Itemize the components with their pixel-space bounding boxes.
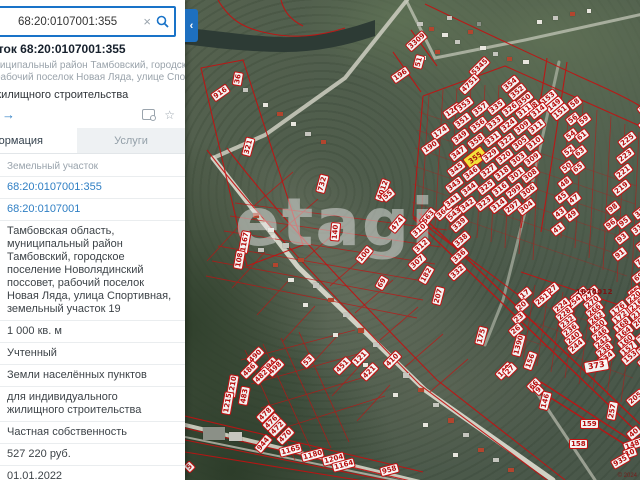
tab-services[interactable]: Услуги <box>77 128 185 153</box>
parcel-label[interactable]: 33 <box>631 204 640 222</box>
parcel-label[interactable]: 108 <box>232 249 246 271</box>
detail-row: Частная собственность <box>0 422 185 444</box>
parcel-label[interactable]: 51 <box>412 54 426 70</box>
action-icons: ☆ <box>142 109 175 121</box>
parcel-label[interactable]: 73 <box>634 236 640 254</box>
parcel-label[interactable]: 732 <box>315 173 330 195</box>
quarter-label: 1076012 <box>576 288 613 296</box>
parcel-label[interactable]: 916 <box>209 83 231 103</box>
parcel-label[interactable]: 207 <box>431 285 446 307</box>
parcel-label[interactable]: 958 <box>379 462 400 478</box>
parcel-label[interactable]: 36 <box>231 71 244 87</box>
cadastral-number-link[interactable]: 68:20:0107001 <box>0 199 185 221</box>
tab-information[interactable]: Информация <box>0 128 77 153</box>
parcel-label[interactable]: 474 <box>387 213 408 235</box>
parcel-label[interactable]: 175 <box>474 325 489 347</box>
parcel-label[interactable]: 98 <box>604 199 622 217</box>
app-window: etagi 9163632119633095153454751354352350… <box>0 0 640 480</box>
actions-row: → ☆ <box>0 101 185 125</box>
collapse-panel-button[interactable]: ‹ <box>185 9 198 42</box>
page-title: Земельный участок 68:20:0107001:355 <box>0 42 126 56</box>
parcel-label[interactable]: 156 <box>522 350 539 372</box>
parcel-labels-layer: 9163632119633095153454751354352350348153… <box>185 0 640 480</box>
search-input[interactable]: 68:20:0107001:355 <box>18 16 138 28</box>
parcel-label[interactable]: 935 <box>609 452 631 470</box>
details-list: Земельный участок 68:20:0107001:355 68:20:… <box>0 154 185 480</box>
parcel-label[interactable]: 190 <box>419 137 441 157</box>
parcel-label[interactable]: 219 <box>610 178 632 198</box>
parcel-label[interactable]: 53 <box>299 352 317 370</box>
section-label: Земельный участок <box>0 154 185 177</box>
parcel-label[interactable]: 182 <box>417 264 436 286</box>
parcel-label[interactable]: 483 <box>237 385 251 407</box>
parcel-label[interactable]: 31 <box>629 220 640 238</box>
detail-row: для индивидуального жилищного строительс… <box>0 387 185 422</box>
favorite-star-icon[interactable]: ☆ <box>164 109 175 121</box>
search-icon[interactable] <box>156 15 169 28</box>
parcel-label[interactable]: 69 <box>630 268 640 286</box>
parcel-label[interactable]: 3309 <box>404 29 429 53</box>
parcel-label[interactable]: 93 <box>613 229 631 247</box>
detail-row: Тамбовская область, муниципальный район … <box>0 221 185 321</box>
search-bar[interactable]: 68:20:0107001:355 × <box>0 6 176 37</box>
parcel-address-line: Тамбовская область, муниципальный район … <box>0 60 185 71</box>
detail-row: 1 000 кв. м <box>0 321 185 343</box>
map-attribution: © 2024 <box>617 473 637 479</box>
parcel-label[interactable]: 373 <box>583 357 610 375</box>
parcel-label[interactable]: 100 <box>354 244 375 266</box>
parcel-label[interactable]: 314 <box>635 97 640 117</box>
clear-search-icon[interactable]: × <box>138 14 156 29</box>
parcel-label[interactable]: 1215 <box>220 390 235 416</box>
parcel-label[interactable]: 421 <box>359 361 380 383</box>
parcel-label[interactable]: 158 <box>569 439 588 449</box>
parcel-label[interactable]: 451 <box>332 355 353 377</box>
detail-row: Земли населённых пунктов <box>0 365 185 387</box>
parcel-address-line: Новолядинский поссовет, рабочий поселок … <box>0 72 185 83</box>
parcel-label[interactable]: 321 <box>241 136 256 158</box>
parcel-label[interactable]: 140 <box>329 222 342 242</box>
parcel-summary: Земельный участок 68:20:0107001:355 Тамб… <box>0 42 185 125</box>
parcel-label[interactable]: 69 <box>374 274 390 292</box>
parcel-label[interactable]: 4751 <box>457 72 482 96</box>
cadastral-number-link[interactable]: 68:20:0107001:355 <box>0 177 185 199</box>
detail-row: Учтенный <box>0 343 185 365</box>
panel-tabs: Информация Услуги <box>0 128 185 154</box>
parcel-label[interactable]: 196 <box>389 65 411 85</box>
open-details-arrow-icon[interactable]: → <box>2 107 15 122</box>
detail-row: 01.01.2022 <box>0 466 185 480</box>
parcel-label[interactable]: 159 <box>580 419 599 429</box>
parcel-label[interactable]: 410 <box>382 349 403 371</box>
map-canvas[interactable]: etagi 9163632119633095153454751354352350… <box>185 0 640 480</box>
parcel-label[interactable]: 257 <box>605 400 619 422</box>
parcel-label[interactable]: 5 <box>185 460 197 474</box>
parcel-label[interactable]: 91 <box>611 245 629 263</box>
permitted-use-text: для индивидуального жилищного строительс… <box>0 89 129 101</box>
parcel-label[interactable]: 41 <box>549 220 567 238</box>
detail-row: 527 220 руб. <box>0 444 185 466</box>
chevron-left-icon: ‹ <box>189 19 194 32</box>
parcel-label[interactable]: 71 <box>632 252 640 270</box>
parcel-label[interactable]: 332 <box>447 262 468 282</box>
parcel-label[interactable]: 205 <box>624 388 640 408</box>
details-view-icon[interactable] <box>142 109 157 121</box>
info-panel: 68:20:0107001:355 × Земельный участок 68… <box>0 0 185 480</box>
parcel-label[interactable]: 944 <box>253 433 274 455</box>
